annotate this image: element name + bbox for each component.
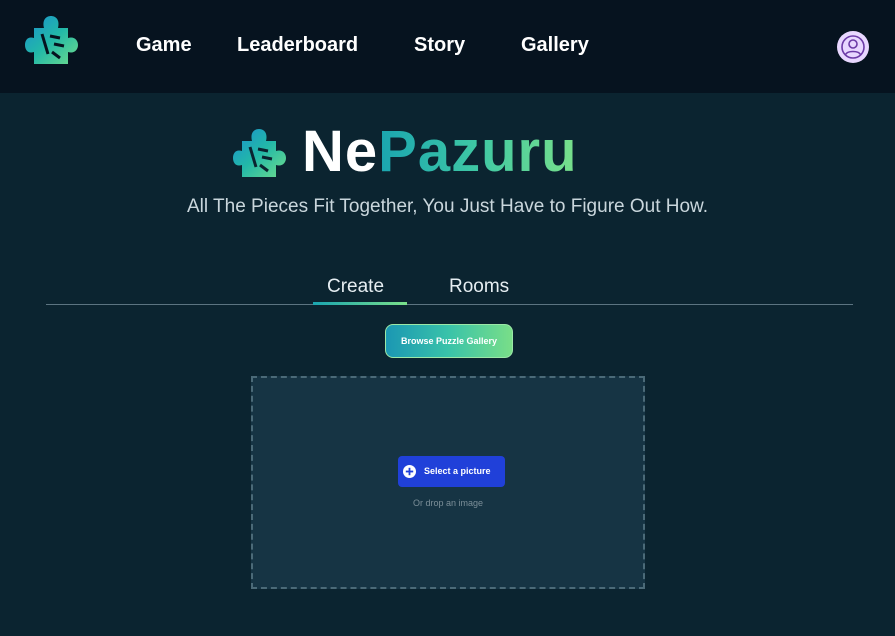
user-icon — [841, 35, 865, 59]
nav-game[interactable]: Game — [136, 34, 192, 57]
tabs-divider — [46, 304, 853, 305]
tab-create[interactable]: Create — [327, 276, 384, 298]
active-tab-indicator — [313, 302, 407, 305]
plus-circle-icon — [403, 465, 416, 478]
nav-gallery[interactable]: Gallery — [521, 34, 589, 57]
nav-story[interactable]: Story — [414, 34, 465, 57]
browse-gallery-button[interactable]: Browse Puzzle Gallery — [385, 324, 513, 358]
brand-title-pazuru: Pazuru — [378, 119, 578, 184]
tagline: All The Pieces Fit Together, You Just Ha… — [186, 196, 709, 217]
tab-rooms[interactable]: Rooms — [449, 276, 509, 298]
brand-header: NePazuru — [232, 120, 592, 186]
brand-title-ne: Ne — [302, 119, 379, 184]
logo-puzzle-icon[interactable] — [24, 14, 80, 66]
select-picture-label: Select a picture — [424, 466, 491, 476]
nav-leaderboard[interactable]: Leaderboard — [237, 34, 358, 57]
drop-hint: Or drop an image — [412, 498, 484, 508]
select-picture-button[interactable]: Select a picture — [398, 456, 505, 487]
brand-title: NePazuru — [302, 120, 578, 184]
avatar[interactable] — [837, 31, 869, 63]
image-dropzone[interactable]: Select a picture Or drop an image — [251, 376, 645, 589]
top-navbar: Game Leaderboard Story Gallery — [0, 0, 895, 93]
brand-puzzle-icon — [233, 129, 286, 177]
